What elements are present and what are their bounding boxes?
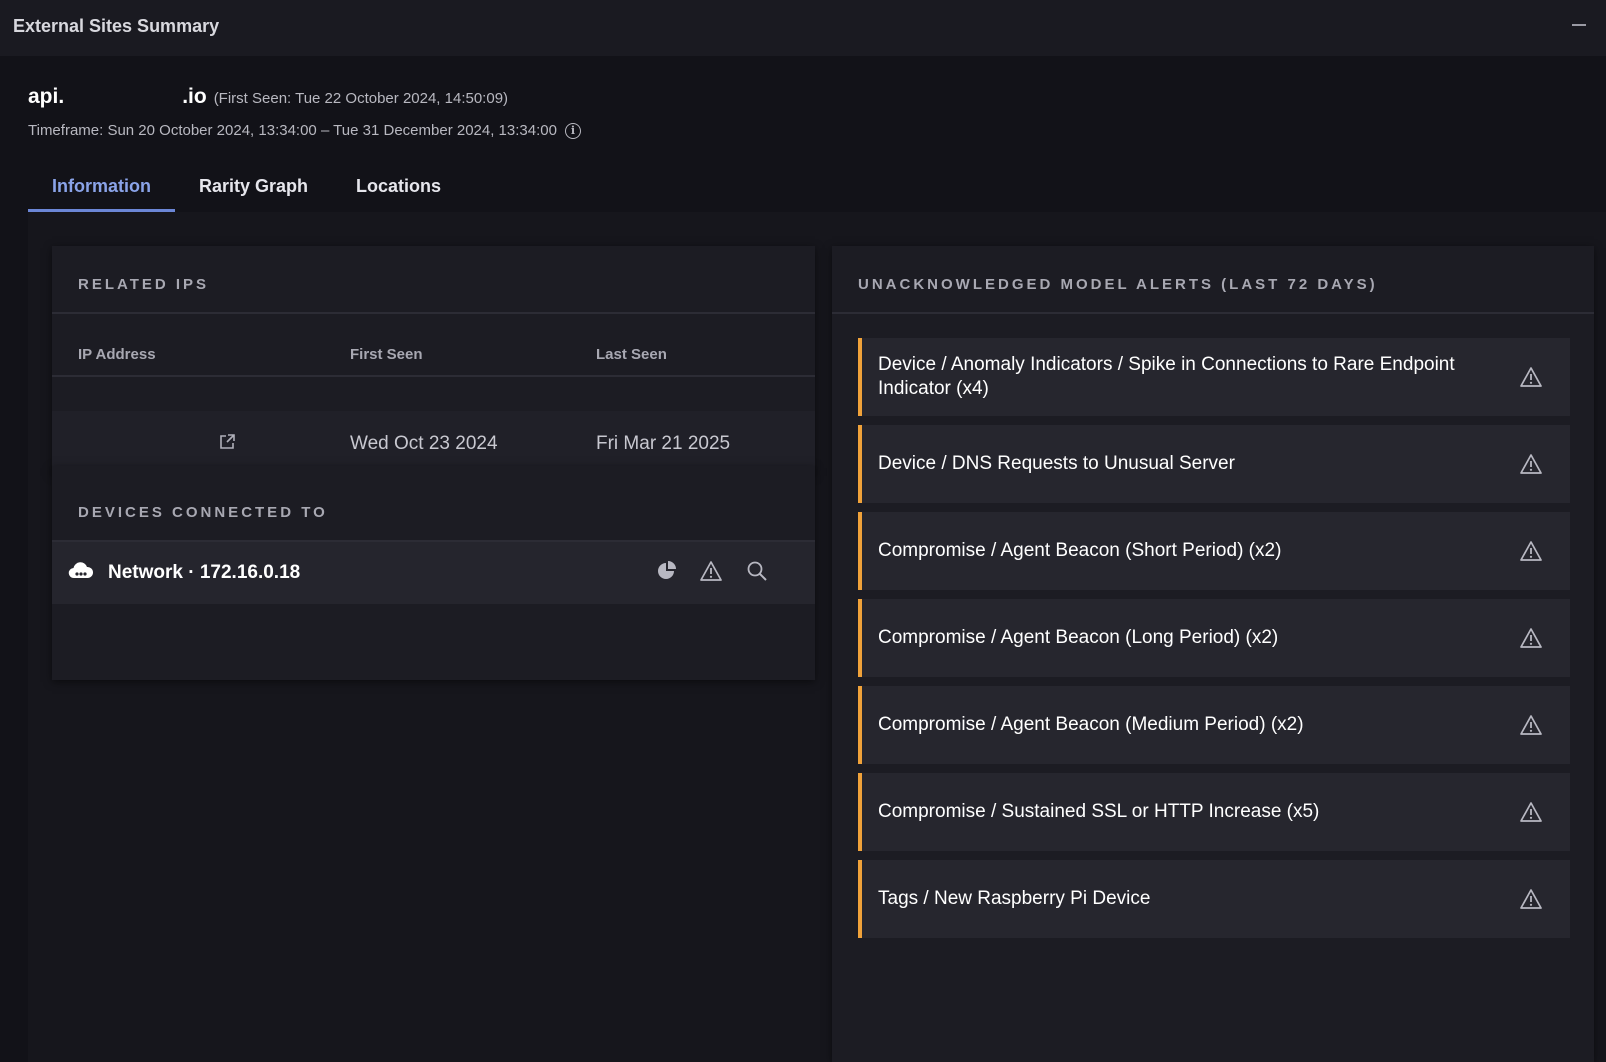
divider: [832, 312, 1594, 314]
pie-chart-icon[interactable]: [656, 560, 678, 582]
device-label: Network · 172.16.0.18: [108, 562, 301, 583]
divider: [52, 375, 815, 377]
alert-item[interactable]: Compromise / Agent Beacon (Medium Period…: [858, 686, 1570, 764]
last-seen-cell: Fri Mar 21 2025: [596, 433, 731, 454]
external-link-icon[interactable]: [218, 433, 236, 451]
tab-locations[interactable]: Locations: [332, 168, 465, 212]
minimize-icon[interactable]: [1572, 24, 1586, 26]
first-seen-text: (First Seen: Tue 22 October 2024, 14:50:…: [213, 90, 509, 107]
title-bar: External Sites Summary: [0, 0, 1606, 56]
column-header-last-seen: Last Seen: [596, 346, 667, 363]
devices-card: DEVICES CONNECTED TO Network · 172.16.0.…: [52, 466, 815, 680]
related-ips-heading: RELATED IPS: [78, 276, 210, 293]
cloud-icon: [68, 562, 94, 579]
alerts-heading: UNACKNOWLEDGED MODEL ALERTS (LAST 72 DAY…: [858, 276, 1378, 293]
search-icon[interactable]: [746, 560, 768, 582]
alert-label: Compromise / Agent Beacon (Short Period)…: [878, 540, 1282, 561]
devices-heading: DEVICES CONNECTED TO: [78, 504, 328, 521]
alerts-card: UNACKNOWLEDGED MODEL ALERTS (LAST 72 DAY…: [832, 246, 1594, 1062]
column-header-ip: IP Address: [78, 346, 156, 363]
alert-label: Compromise / Agent Beacon (Medium Period…: [878, 714, 1304, 735]
first-seen-cell: Wed Oct 23 2024: [350, 433, 498, 454]
alert-label: Tags / New Raspberry Pi Device: [878, 888, 1151, 909]
window-title: External Sites Summary: [13, 16, 220, 36]
alert-item[interactable]: Compromise / Sustained SSL or HTTP Incre…: [858, 773, 1570, 851]
warning-icon[interactable]: [1520, 888, 1542, 910]
warning-icon[interactable]: [1520, 366, 1542, 388]
hostname-prefix: api.: [28, 85, 65, 108]
alert-item[interactable]: Device / DNS Requests to Unusual Server: [858, 425, 1570, 503]
tab-information[interactable]: Information: [28, 168, 175, 212]
alert-label: Device / DNS Requests to Unusual Server: [878, 453, 1235, 474]
tab-rarity-graph[interactable]: Rarity Graph: [175, 168, 332, 212]
warning-icon[interactable]: [1520, 801, 1542, 823]
alert-label: Compromise / Agent Beacon (Long Period) …: [878, 627, 1279, 648]
warning-icon[interactable]: [1520, 540, 1542, 562]
hostname-suffix: .io: [182, 85, 207, 108]
info-icon[interactable]: i: [564, 122, 581, 139]
alert-item[interactable]: Compromise / Agent Beacon (Short Period)…: [858, 512, 1570, 590]
warning-icon[interactable]: [1520, 453, 1542, 475]
timeframe-text: Timeframe: Sun 20 October 2024, 13:34:00…: [28, 122, 557, 139]
device-row[interactable]: Network · 172.16.0.18: [52, 542, 815, 604]
warning-icon[interactable]: [700, 560, 722, 582]
warning-icon[interactable]: [1520, 627, 1542, 649]
alert-label: Compromise / Sustained SSL or HTTP Incre…: [878, 801, 1320, 822]
related-ips-card: RELATED IPS IP Address First Seen Last S…: [52, 246, 815, 474]
content-panel: RELATED IPS IP Address First Seen Last S…: [28, 212, 1606, 1062]
alert-item[interactable]: Tags / New Raspberry Pi Device: [858, 860, 1570, 938]
alert-label: Device / Anomaly Indicators / Spike in C…: [878, 354, 1455, 399]
table-row: Wed Oct 23 2024 Fri Mar 21 2025: [52, 411, 815, 474]
site-header: api. .io (First Seen: Tue 22 October 202…: [28, 85, 508, 111]
alert-item[interactable]: Device / Anomaly Indicators / Spike in C…: [858, 338, 1570, 416]
column-header-first-seen: First Seen: [350, 346, 423, 363]
divider: [52, 312, 815, 314]
alert-item[interactable]: Compromise / Agent Beacon (Long Period) …: [858, 599, 1570, 677]
timeframe-row: Timeframe: Sun 20 October 2024, 13:34:00…: [28, 122, 581, 139]
tab-bar: Information Rarity Graph Locations: [28, 168, 465, 212]
warning-icon[interactable]: [1520, 714, 1542, 736]
